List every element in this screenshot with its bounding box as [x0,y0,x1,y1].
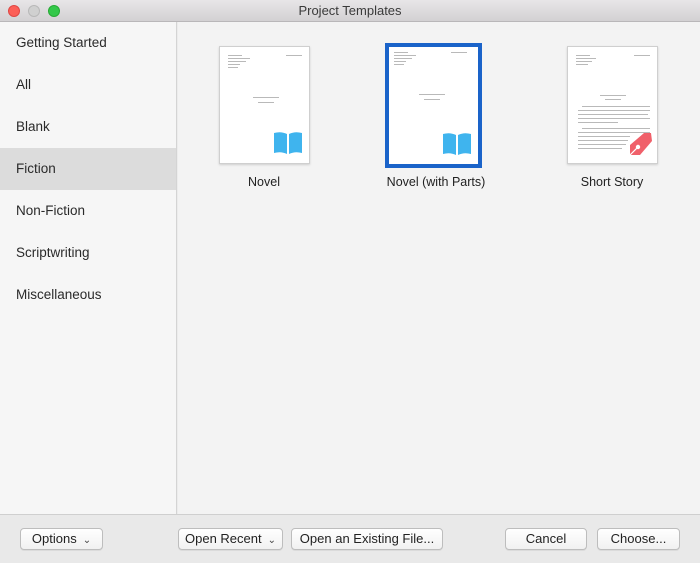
book-icon [274,132,302,154]
sidebar-item-scriptwriting[interactable]: Scriptwriting [0,232,176,274]
sidebar-item-getting-started[interactable]: Getting Started [0,22,176,64]
template-grid: Novel Novel (with Parts) Short Story [178,22,700,514]
project-templates-window: Project Templates Getting Started All Bl… [0,0,700,563]
sidebar-item-non-fiction[interactable]: Non-Fiction [0,190,176,232]
options-popup-button[interactable]: Options ⌄ [20,528,103,550]
sidebar-item-fiction[interactable]: Fiction [0,148,176,190]
title-bar: Project Templates [0,0,700,22]
sidebar-item-label: Miscellaneous [16,287,102,302]
open-existing-file-button[interactable]: Open an Existing File... [291,528,443,550]
open-recent-button-label: Open Recent [185,531,262,546]
sidebar-item-label: Getting Started [16,35,107,50]
template-novel[interactable]: Novel [179,22,329,202]
window-title: Project Templates [298,3,402,18]
sidebar-item-label: Scriptwriting [16,245,90,260]
template-label: Novel (with Parts) [386,175,486,189]
category-sidebar: Getting Started All Blank Fiction Non-Fi… [0,22,177,514]
template-label: Novel [248,175,280,189]
open-existing-button-label: Open an Existing File... [299,531,435,546]
template-short-story[interactable]: Short Story [527,22,677,202]
fountain-pen-icon [629,133,652,156]
chevron-down-icon: ⌄ [267,535,276,546]
bottom-button-bar: Options ⌄ Open Recent ⌄ Open an Existing F… [0,514,700,563]
close-window-icon[interactable] [8,5,20,17]
template-label: Short Story [580,175,644,189]
sidebar-item-all[interactable]: All [0,64,176,106]
sidebar-item-label: All [16,77,32,92]
template-thumbnail-selected [385,43,482,168]
sidebar-item-label: Non-Fiction [16,203,86,218]
template-thumbnail [219,46,310,164]
chevron-down-icon: ⌄ [82,535,92,546]
cancel-button[interactable]: Cancel [505,528,587,550]
sidebar-item-label: Fiction [16,161,56,176]
choose-button-label: Choose... [610,531,667,546]
zoom-window-icon[interactable] [48,5,60,17]
open-recent-popup-button[interactable]: Open Recent ⌄ [178,528,283,550]
sidebar-item-miscellaneous[interactable]: Miscellaneous [0,274,176,316]
options-button-label: Options [31,531,77,546]
sidebar-item-label: Blank [16,119,50,134]
template-novel-with-parts[interactable]: Novel (with Parts) [351,22,501,202]
sidebar-item-blank[interactable]: Blank [0,106,176,148]
cancel-button-label: Cancel [525,531,567,546]
minimize-window-icon[interactable] [28,5,40,17]
choose-button[interactable]: Choose... [597,528,680,550]
book-icon [443,133,471,155]
template-thumbnail [567,46,658,164]
